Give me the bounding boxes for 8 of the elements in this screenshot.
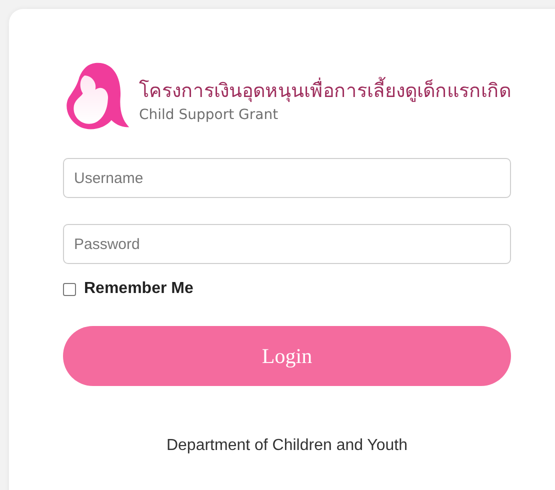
password-field[interactable]: Password <box>63 224 511 264</box>
login-button[interactable]: Login <box>63 326 511 386</box>
program-subtitle: Child Support Grant <box>139 107 280 123</box>
footer-text: Department of Children and Youth <box>166 437 408 455</box>
username-field[interactable]: Username <box>63 158 511 198</box>
program-title: โครงการเงินอุดหนุนเพื่อการเลี้ยงดูเด็กแรกเกิด <box>139 75 511 105</box>
remember-checkbox[interactable] <box>63 282 76 296</box>
remember-me-label: Remember Me <box>84 280 194 298</box>
